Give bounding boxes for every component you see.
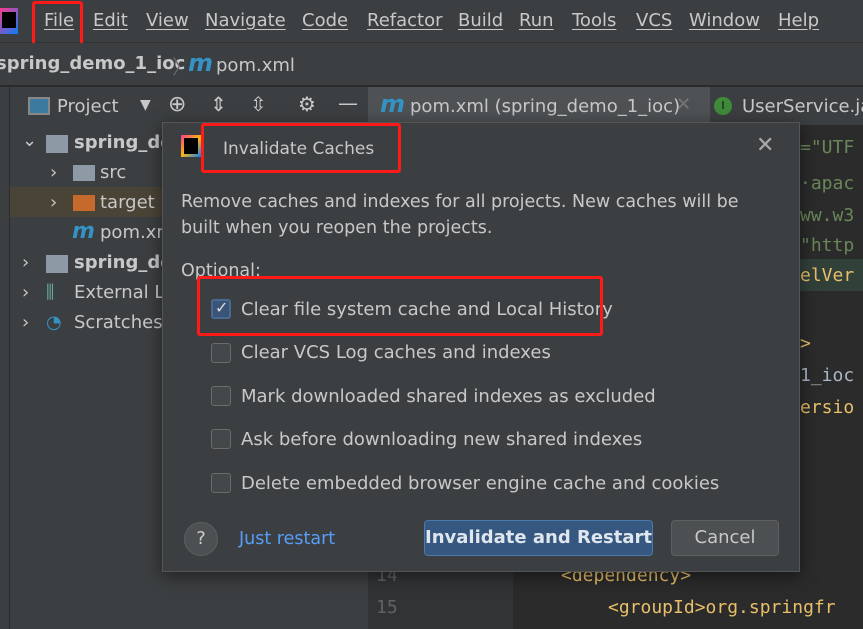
menu-vcs[interactable]: VCS: [636, 10, 672, 31]
code-text: >: [800, 333, 811, 354]
option-label: Ask before downloading new shared indexe…: [241, 429, 643, 450]
code-text: ="UTF: [800, 137, 855, 158]
menu-code[interactable]: Code: [302, 10, 348, 31]
dialog-description: Remove caches and indexes for all projec…: [181, 192, 739, 238]
folder-icon: [73, 165, 95, 181]
option-checkbox-clear-vcs-log[interactable]: [211, 343, 231, 363]
maven-icon: m: [72, 219, 95, 244]
chevron-right-icon[interactable]: ›: [22, 312, 29, 333]
project-title[interactable]: Project: [57, 96, 119, 117]
option-label: Mark downloaded shared indexes as exclud…: [241, 386, 656, 407]
option-checkbox-delete-browser-cache[interactable]: [211, 473, 231, 493]
option-label: Clear VCS Log caches and indexes: [241, 342, 551, 363]
scratches-icon: ◔: [46, 312, 62, 333]
tab-label: UserService.jav: [742, 96, 863, 117]
invalidate-caches-dialog: Invalidate Caches ✕ Remove caches and in…: [162, 122, 800, 572]
intellij-logo: [0, 8, 18, 34]
option-checkbox-mark-shared-indexes[interactable]: [211, 386, 231, 406]
option-highlight: [197, 276, 603, 336]
option-label: Delete embedded browser engine cache and…: [241, 473, 720, 494]
code-text: elVer: [800, 265, 855, 286]
menu-build[interactable]: Build: [458, 10, 503, 31]
code-text: ersio: [800, 397, 855, 418]
menu-help[interactable]: Help: [778, 10, 819, 31]
breadcrumb: spring_demo_1_ioc 〉 m pom.xml: [0, 43, 863, 86]
interface-icon: I: [714, 97, 732, 115]
tree-item-src[interactable]: src: [100, 162, 126, 183]
module-folder-icon: [46, 135, 68, 153]
editor-tabs: m pom.xml (spring_demo_1_ioc) ✕ I UserSe…: [368, 87, 863, 125]
intellij-logo: [181, 135, 201, 157]
menu-edit[interactable]: Edit: [93, 10, 128, 31]
cancel-button[interactable]: Cancel: [671, 520, 779, 556]
tree-item-external-libraries[interactable]: External Li: [74, 282, 169, 303]
library-icon: ⫼: [46, 282, 55, 303]
menu-navigate[interactable]: Navigate: [205, 10, 286, 31]
line-number: 15: [376, 597, 398, 618]
invalidate-and-restart-button[interactable]: Invalidate and Restart: [424, 520, 653, 556]
title-highlight: [201, 123, 401, 173]
tree-item-module[interactable]: spring_de: [74, 132, 172, 153]
menu-tools[interactable]: Tools: [572, 10, 616, 31]
close-icon[interactable]: ✕: [676, 94, 691, 115]
code-text: ·apac: [800, 173, 855, 194]
tool-window-strip: [0, 87, 10, 629]
chevron-right-icon[interactable]: ›: [50, 192, 57, 213]
minimize-icon[interactable]: —: [338, 91, 358, 115]
tab-userservice[interactable]: I UserService.jav: [714, 87, 863, 125]
tab-pom[interactable]: m pom.xml (spring_demo_1_ioc) ✕: [368, 87, 710, 125]
chevron-down-icon[interactable]: ⌄: [22, 130, 37, 151]
expand-all-icon[interactable]: ⇕: [210, 92, 227, 116]
tab-label: pom.xml (spring_demo_1_ioc): [410, 96, 681, 117]
close-icon[interactable]: ✕: [756, 133, 774, 158]
tree-item-module[interactable]: spring_de: [74, 252, 172, 273]
collapse-all-icon[interactable]: ⇳: [250, 92, 267, 116]
tree-item-target[interactable]: target: [100, 192, 155, 213]
chevron-right-icon[interactable]: ›: [22, 252, 29, 273]
breadcrumb-project[interactable]: spring_demo_1_ioc: [0, 53, 185, 74]
code-text: ww.w3: [800, 205, 855, 226]
gear-icon[interactable]: ⚙: [298, 92, 316, 116]
menu-view[interactable]: View: [146, 10, 189, 31]
code-text: "http: [800, 235, 855, 256]
chevron-right-icon[interactable]: ›: [22, 282, 29, 303]
menu-run[interactable]: Run: [519, 10, 554, 31]
folder-icon: [73, 195, 95, 211]
module-folder-icon: [46, 255, 68, 273]
locate-icon[interactable]: ⊕: [168, 92, 186, 117]
maven-icon: m: [188, 49, 214, 77]
dropdown-icon[interactable]: ▼: [140, 97, 151, 113]
menu-bar: File Edit View Navigate Code Refactor Bu…: [0, 0, 863, 47]
menu-window[interactable]: Window: [689, 10, 760, 31]
code-text: 1_ioc: [800, 365, 855, 386]
just-restart-link[interactable]: Just restart: [239, 529, 335, 549]
file-highlight: [32, 1, 83, 47]
option-checkbox-ask-before-download[interactable]: [211, 429, 231, 449]
menu-refactor[interactable]: Refactor: [367, 10, 443, 31]
help-button[interactable]: ?: [184, 522, 218, 556]
code-line: <groupId>org.springfr: [608, 597, 836, 618]
breadcrumb-file[interactable]: pom.xml: [216, 55, 295, 76]
project-icon: [28, 97, 50, 115]
chevron-right-icon[interactable]: ›: [50, 162, 57, 183]
maven-icon: m: [380, 90, 406, 118]
